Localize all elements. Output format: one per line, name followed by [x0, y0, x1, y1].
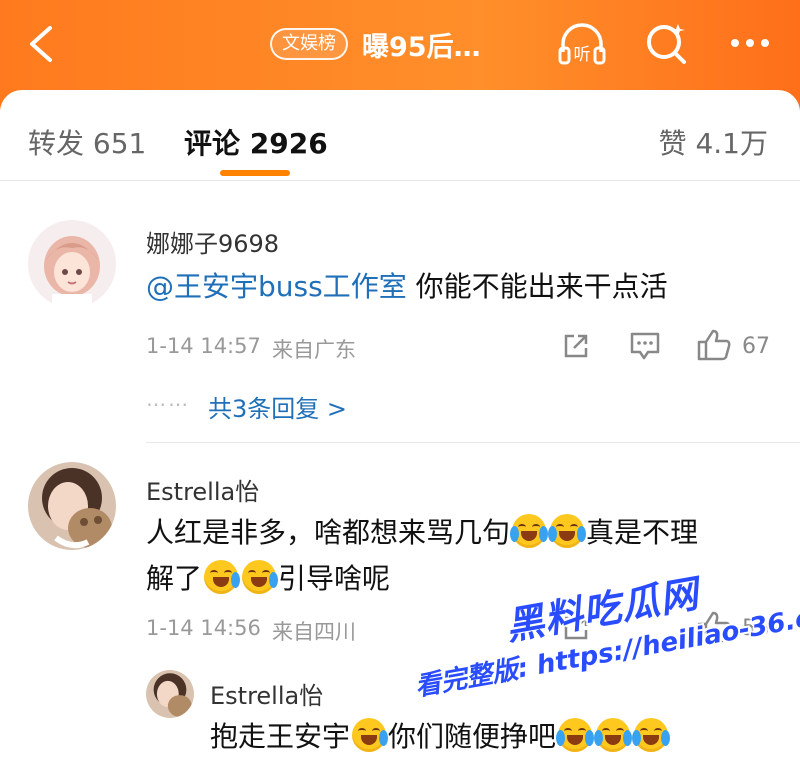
comment-text: @王安宇buss工作室 你能不能出来干点活: [146, 262, 668, 312]
comment-timestamp: 1-14 14:57: [146, 334, 261, 358]
comment-body: 解了: [146, 562, 203, 595]
view-replies-link[interactable]: 共3条回复 >: [208, 389, 347, 424]
comment-author[interactable]: Estrella怡: [146, 472, 259, 507]
tab-forwards[interactable]: 转发 651: [28, 122, 146, 162]
like-count: 67: [742, 334, 770, 359]
comment-divider: [146, 442, 800, 443]
page-title: 曝95后…: [362, 31, 481, 63]
content-sheet: [0, 90, 800, 765]
tab-likes[interactable]: 赞 4.1万: [659, 122, 768, 162]
like-icon[interactable]: [696, 610, 732, 644]
grinning-sweat-emoji-icon: [352, 718, 389, 752]
reply-avatar[interactable]: [146, 670, 194, 718]
comment-text-line-1: 人红是非多，啥都想来骂几句 真是不理: [146, 508, 698, 558]
back-icon[interactable]: [22, 22, 62, 66]
tab-divider: [0, 180, 800, 181]
like-count: 50: [742, 616, 770, 641]
avatar-illustration-icon: [28, 220, 116, 308]
listen-label: 听: [574, 45, 591, 65]
share-icon[interactable]: [560, 612, 592, 644]
grinning-sweat-emoji-icon: [242, 560, 279, 594]
more-icon[interactable]: [723, 18, 777, 68]
reply-icon[interactable]: [628, 330, 662, 362]
active-tab-indicator: [220, 170, 290, 176]
reply-body: 你们随便挣吧: [388, 720, 557, 753]
comment-body: 人红是非多，啥都想来骂几句: [146, 516, 511, 549]
share-icon[interactable]: [560, 330, 592, 362]
like-icon[interactable]: [696, 328, 732, 362]
comment-timestamp: 1-14 14:56: [146, 616, 261, 640]
replies-dots: ⋯⋯: [146, 392, 190, 416]
comment-body: 引导啥呢: [278, 562, 391, 595]
crying-laughing-emoji-icon: [594, 718, 633, 752]
comment-text-line-2: 解了 引导啥呢: [146, 554, 390, 604]
crying-laughing-emoji-icon: [632, 718, 671, 752]
avatar[interactable]: [28, 462, 116, 550]
comment-body: 你能不能出来干点活: [406, 270, 668, 303]
headphones-icon[interactable]: 听: [555, 18, 609, 68]
avatar-photo-icon: [28, 462, 116, 550]
comment-body: 真是不理: [586, 516, 699, 549]
mention-link[interactable]: @王安宇buss工作室: [146, 270, 407, 303]
search-icon[interactable]: [640, 18, 694, 68]
avatar[interactable]: [28, 220, 116, 308]
reply-author[interactable]: Estrella怡: [210, 676, 323, 711]
crying-laughing-emoji-icon: [556, 718, 595, 752]
tab-comments[interactable]: 评论 2926: [184, 122, 328, 162]
crying-laughing-emoji-icon: [548, 514, 587, 548]
avatar-photo-icon: [146, 670, 194, 718]
grinning-sweat-emoji-icon: [204, 560, 241, 594]
reply-body: 抱走王安宇: [210, 720, 351, 753]
crying-laughing-emoji-icon: [510, 514, 549, 548]
reply-text: 抱走王安宇 你们随便挣吧: [210, 712, 671, 762]
comment-location: 来自四川: [272, 620, 356, 644]
comment-location: 来自广东: [272, 338, 356, 362]
comment-author[interactable]: 娜娜子9698: [146, 224, 279, 259]
header-title-group[interactable]: 文娱榜 曝95后…: [270, 24, 481, 64]
tab-bar: 转发 651 评论 2926 赞 4.1万: [0, 110, 800, 180]
trending-badge: 文娱榜: [270, 28, 348, 60]
